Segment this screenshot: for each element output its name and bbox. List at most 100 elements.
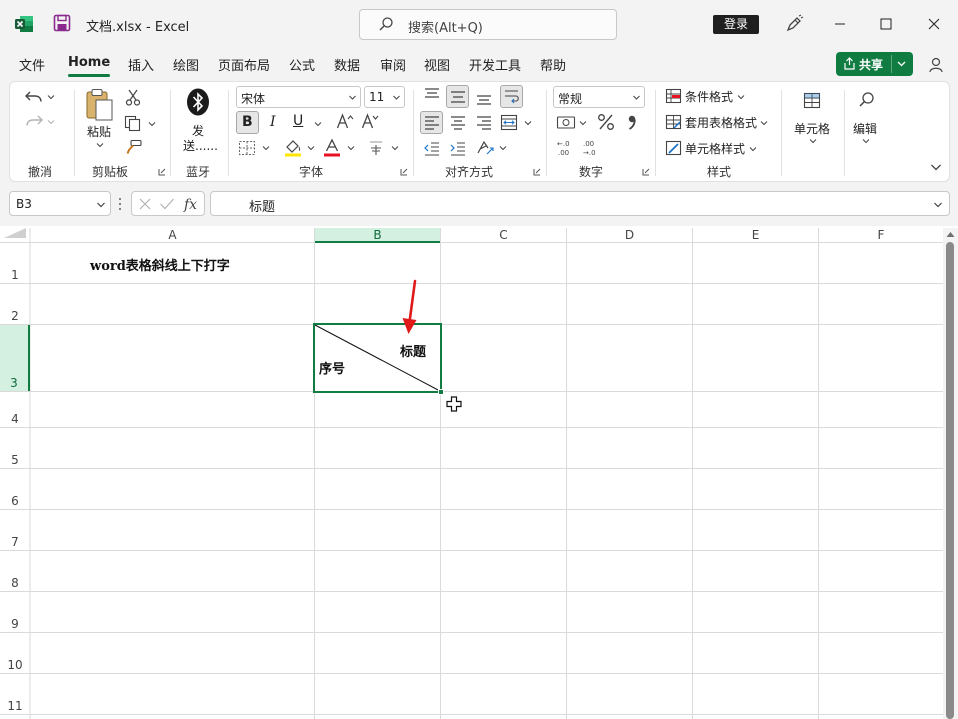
decrease-decimal-icon[interactable]: .00 →.0 (582, 139, 602, 157)
row-header-3[interactable]: 3 (0, 325, 30, 391)
row-header-7[interactable]: 7 (0, 510, 30, 550)
tab-page-layout[interactable]: 页面布局 (218, 55, 270, 74)
send-label-line-2[interactable]: 送...... (183, 137, 218, 154)
select-all-triangle[interactable] (4, 228, 26, 238)
conditional-formatting-icon[interactable] (665, 88, 682, 104)
number-format-select[interactable]: 常规 (553, 86, 645, 108)
align-bottom-icon[interactable] (475, 91, 493, 107)
column-header-b[interactable]: B (315, 228, 440, 243)
chevron-down-icon[interactable] (862, 137, 870, 145)
column-header-f[interactable]: F (819, 228, 943, 242)
chevron-down-icon[interactable] (307, 144, 315, 152)
chevron-down-icon[interactable] (579, 119, 587, 127)
chevron-down-icon[interactable] (760, 119, 768, 127)
name-box[interactable]: B3 (9, 191, 111, 216)
formula-input[interactable]: 标题 (210, 191, 950, 216)
cancel-icon[interactable] (138, 197, 152, 211)
minimize-icon[interactable] (825, 10, 855, 38)
maximize-icon[interactable] (871, 10, 901, 38)
tab-insert[interactable]: 插入 (128, 55, 154, 74)
phonetic-guide-icon[interactable] (366, 139, 386, 157)
chevron-down-icon[interactable] (47, 93, 55, 101)
copy-icon[interactable] (124, 115, 142, 132)
font-color-icon[interactable] (323, 138, 341, 157)
ribbon-expand-chevron-icon[interactable] (930, 162, 942, 172)
login-button[interactable]: 登录 (713, 15, 759, 34)
tab-draw[interactable]: 绘图 (173, 55, 199, 74)
font-name-select[interactable]: 宋体 (236, 86, 361, 108)
chevron-down-icon[interactable] (96, 200, 106, 210)
enter-icon[interactable] (159, 197, 175, 211)
paste-label[interactable]: 粘贴 (87, 123, 111, 140)
row-header-11[interactable]: 11 (0, 674, 30, 714)
share-button[interactable]: 共享 (836, 52, 913, 76)
fill-handle[interactable] (438, 389, 444, 395)
cells-icon[interactable] (802, 90, 822, 110)
format-painter-icon[interactable] (126, 139, 143, 155)
search-box[interactable]: 搜索(Alt+Q) (359, 9, 617, 40)
row-header-8[interactable]: 8 (0, 551, 30, 591)
tab-home[interactable]: Home (68, 55, 110, 70)
row-header-1[interactable]: 1 (0, 243, 30, 283)
align-top-icon[interactable] (423, 87, 441, 103)
tab-view[interactable]: 视图 (424, 55, 450, 74)
dialog-launcher-icon[interactable] (642, 168, 650, 176)
increase-decimal-icon[interactable]: ←.0 .00 (556, 139, 576, 157)
chevron-down-icon[interactable] (347, 144, 355, 152)
chevron-down-icon[interactable] (262, 144, 270, 152)
comment-icon[interactable] (927, 56, 945, 74)
chevron-down-icon[interactable] (314, 120, 322, 128)
increase-indent-icon[interactable] (449, 141, 467, 156)
close-icon[interactable] (919, 10, 949, 38)
vertical-scrollbar[interactable] (943, 228, 958, 719)
cell-a1[interactable]: word表格斜线上下打字 (90, 255, 230, 274)
chevron-down-icon[interactable] (148, 120, 156, 128)
save-icon[interactable] (53, 14, 71, 32)
row-header-2[interactable]: 2 (0, 284, 30, 324)
italic-button[interactable]: I (270, 114, 276, 130)
column-header-c[interactable]: C (441, 228, 566, 242)
percent-style-icon[interactable] (597, 113, 615, 131)
fill-color-icon[interactable] (283, 138, 303, 157)
tab-developer[interactable]: 开发工具 (469, 55, 521, 74)
format-as-table-label[interactable]: 套用表格格式 (685, 114, 757, 131)
column-header-d[interactable]: D (567, 228, 692, 242)
editing-label[interactable]: 编辑 (853, 120, 877, 137)
selected-cell-b3[interactable] (313, 323, 442, 393)
tab-file[interactable]: 文件 (19, 55, 45, 74)
align-right-icon[interactable] (475, 115, 493, 131)
row-header-4[interactable]: 4 (0, 392, 30, 427)
chevron-down-icon[interactable] (524, 119, 532, 127)
chevron-down-icon[interactable] (737, 93, 745, 101)
merge-center-icon[interactable] (500, 114, 518, 131)
insert-function-icon[interactable]: fx (183, 195, 201, 213)
cut-icon[interactable] (125, 89, 141, 106)
row-header-9[interactable]: 9 (0, 592, 30, 632)
accounting-format-icon[interactable] (556, 114, 576, 131)
dialog-launcher-icon[interactable] (158, 168, 166, 176)
chevron-down-icon[interactable] (499, 144, 507, 152)
row-header-6[interactable]: 6 (0, 469, 30, 509)
comma-style-icon[interactable] (627, 114, 637, 131)
cells-label[interactable]: 单元格 (794, 120, 830, 137)
pen-icon[interactable] (784, 14, 804, 34)
column-header-e[interactable]: E (693, 228, 818, 242)
more-options-icon[interactable] (117, 196, 123, 212)
chevron-down-icon[interactable] (749, 145, 757, 153)
scroll-up-icon[interactable] (946, 231, 955, 238)
undo-icon[interactable] (24, 88, 44, 106)
tab-data[interactable]: 数据 (334, 55, 360, 74)
decrease-font-size-icon[interactable] (361, 113, 379, 129)
borders-icon[interactable] (238, 140, 256, 156)
search-icon[interactable] (857, 90, 877, 110)
chevron-down-icon[interactable] (809, 137, 817, 145)
decrease-indent-icon[interactable] (423, 141, 441, 156)
chevron-down-icon[interactable] (391, 144, 399, 152)
column-header-a[interactable]: A (31, 228, 314, 242)
text-orientation-icon[interactable] (475, 139, 495, 157)
tab-help[interactable]: 帮助 (540, 55, 566, 74)
chevron-down-icon[interactable] (896, 58, 907, 69)
dialog-launcher-icon[interactable] (533, 168, 541, 176)
align-center-icon[interactable] (449, 115, 467, 131)
paste-icon[interactable] (84, 88, 114, 122)
